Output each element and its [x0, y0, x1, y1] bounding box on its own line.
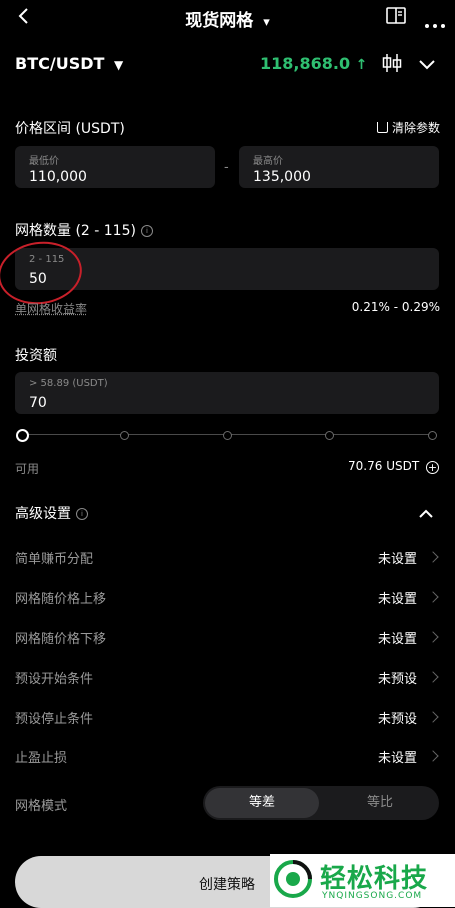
add-circle-icon[interactable]: +: [426, 461, 439, 474]
grid-count-label: 网格数量 (2 - 115) i: [15, 220, 153, 240]
range-separator: -: [224, 160, 229, 175]
advanced-row-value: 未设置: [378, 588, 417, 607]
chevron-right-icon: [427, 631, 438, 642]
arrow-up-icon: ↑: [356, 57, 368, 73]
clear-params-button[interactable]: 清除参数: [377, 119, 440, 136]
chevron-right-icon: [427, 671, 438, 682]
advanced-row-label: 止盈止损: [15, 747, 67, 766]
advanced-settings-header[interactable]: 高级设置 i: [15, 503, 88, 523]
pair-selector[interactable]: BTC/USDT ▼: [15, 54, 123, 73]
advanced-row-value: 未设置: [378, 628, 417, 647]
grid-yield-label: 单网格收益率: [15, 300, 87, 317]
available-label: 可用: [15, 460, 39, 477]
chevron-down-icon: ▾: [263, 15, 270, 30]
high-price-value: 135,000: [253, 169, 311, 185]
clear-params-label: 清除参数: [392, 121, 440, 135]
chevron-right-icon: [427, 591, 438, 602]
candlestick-icon[interactable]: [380, 52, 404, 74]
watermark-url: YNQINGSONG.COM: [322, 891, 422, 901]
advanced-row-label: 网格随价格上移: [15, 588, 106, 607]
info-icon[interactable]: i: [76, 508, 88, 520]
high-price-hint: 最高价: [253, 152, 283, 167]
available-value: 70.76 USDT: [348, 459, 419, 473]
grid-mode-label: 网格模式: [15, 795, 67, 814]
advanced-row-value: 未预设: [378, 708, 417, 727]
grid-count-label-text: 网格数量 (2 - 115): [15, 223, 136, 239]
low-price-field[interactable]: 最低价 110,000: [15, 146, 215, 188]
low-price-value: 110,000: [29, 169, 87, 185]
advanced-row-value: 未预设: [378, 668, 417, 687]
grid-mode-toggle[interactable]: 等差 等比: [203, 786, 439, 820]
chevron-right-icon: [427, 750, 438, 761]
investment-value: 70: [29, 395, 47, 411]
watermark-icon: [273, 859, 313, 899]
investment-field[interactable]: > 58.89 (USDT) 70: [15, 372, 439, 414]
investment-hint: > 58.89 (USDT): [29, 378, 108, 389]
page-title-text: 现货网格: [185, 11, 253, 31]
current-price: 118,868.0 ↑: [260, 54, 367, 73]
advanced-row-label: 预设停止条件: [15, 708, 93, 727]
slider-step[interactable]: [223, 431, 232, 440]
price-value: 118,868.0: [260, 54, 350, 73]
expand-chevron-icon[interactable]: [418, 56, 436, 70]
info-icon[interactable]: i: [141, 225, 153, 237]
low-price-hint: 最低价: [29, 152, 59, 167]
chevron-right-icon: [427, 551, 438, 562]
slider-step[interactable]: [120, 431, 129, 440]
book-icon[interactable]: [385, 5, 407, 27]
investment-label: 投资额: [15, 345, 57, 365]
advanced-row-label: 预设开始条件: [15, 668, 93, 687]
high-price-field[interactable]: 最高价 135,000: [239, 146, 439, 188]
advanced-row-label: 简单赚币分配: [15, 548, 93, 567]
advanced-row-value: 未设置: [378, 747, 417, 766]
slider-step[interactable]: [428, 431, 437, 440]
slider-thumb[interactable]: [16, 429, 29, 442]
price-range-label: 价格区间 (USDT): [15, 118, 125, 138]
watermark-name: 轻松科技: [320, 858, 428, 895]
more-icon[interactable]: [424, 14, 446, 20]
mode-option-geometric[interactable]: 等比: [323, 788, 437, 818]
chevron-right-icon: [427, 711, 438, 722]
mode-option-arithmetic[interactable]: 等差: [205, 788, 319, 818]
trash-icon: [377, 122, 388, 133]
advanced-row-label: 网格随价格下移: [15, 628, 106, 647]
chevron-down-icon: ▼: [114, 58, 123, 72]
advanced-row-value: 未设置: [378, 548, 417, 567]
grid-yield-value: 0.21% - 0.29%: [352, 300, 440, 314]
pair-symbol: BTC/USDT: [15, 54, 104, 73]
slider-step[interactable]: [325, 431, 334, 440]
advanced-settings-label: 高级设置: [15, 506, 71, 522]
watermark-logo: 轻松科技 YNQINGSONG.COM: [270, 854, 455, 907]
collapse-chevron-icon[interactable]: [418, 505, 434, 517]
available-balance: 70.76 USDT +: [348, 459, 439, 474]
